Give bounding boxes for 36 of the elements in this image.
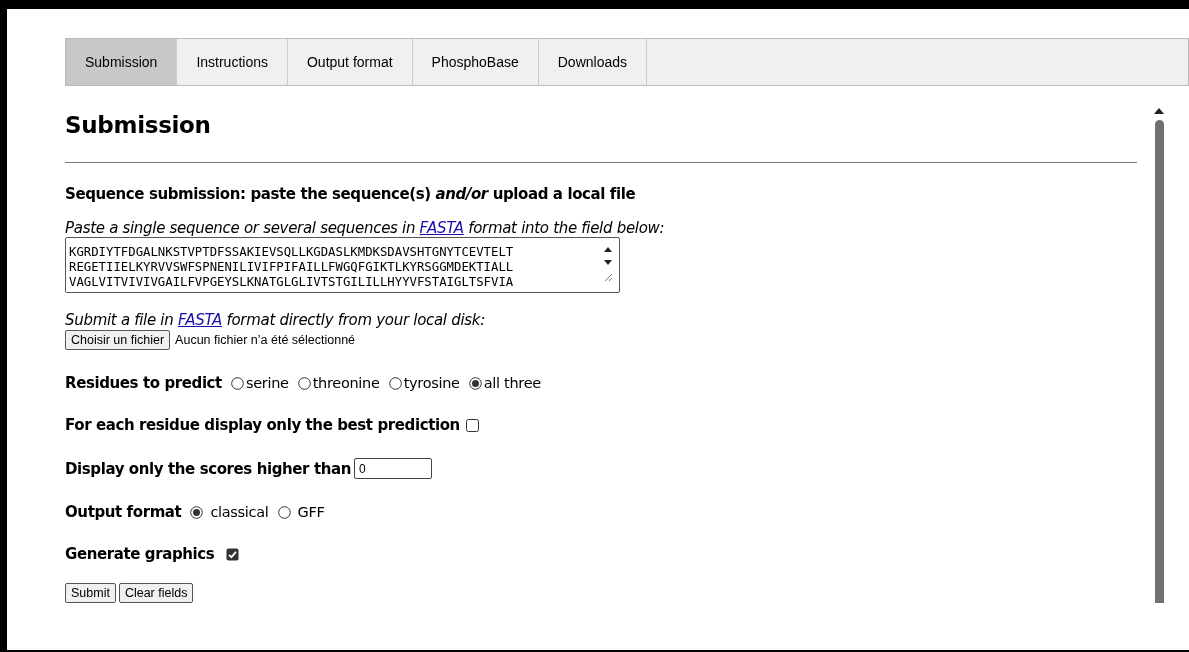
score-threshold-field[interactable]: 0 — [353, 458, 432, 479]
fasta-link[interactable]: FASTA — [419, 219, 464, 237]
option-label[interactable]: serine — [245, 375, 289, 391]
radio-button[interactable] — [277, 505, 291, 519]
page-heading: Submission — [65, 112, 212, 138]
radio-button[interactable] — [388, 376, 402, 390]
resize-grip-icon[interactable] — [603, 273, 613, 282]
radio-button[interactable] — [230, 376, 244, 390]
scroll-arrows-icon[interactable] — [604, 246, 612, 266]
instruction-text: Paste a single sequence or several sequences in FASTA format into the field below: — [65, 219, 666, 237]
field-label: Output format — [65, 503, 182, 521]
option-label[interactable]: tyrosine — [403, 375, 460, 391]
tab[interactable]: Submission — [66, 39, 178, 85]
radio-button[interactable] — [297, 376, 311, 390]
option-label[interactable]: GFF — [297, 504, 325, 520]
instruction-text: Submit a file in FASTA format directly from your local disk: — [65, 311, 486, 329]
field-label: For each residue display only the best prediction — [65, 416, 460, 434]
form-button[interactable]: Clear fields — [118, 583, 194, 603]
radio-button[interactable] — [468, 376, 482, 390]
option-label[interactable]: classical — [210, 504, 269, 520]
section-title: Sequence submission: paste the sequence(s) and/or upload a local file — [65, 185, 637, 203]
choose-file-button[interactable]: Choisir un fichier — [65, 330, 171, 350]
field-label: Residues to predict — [65, 374, 222, 392]
sequence-field[interactable]: KGRDIYTFDGALNKSTVPTDFSSAKIEVSQLLKGDASLKMDKSDAVSHTGNYTCEVTELT REGETIIELKYRVVSWFSPNENILIVIFPIFAILLFWGQFGIKTLKYRSGGMDEKTIALL VAGLVITVIVIVGAILFVPGEYSLKNATGLGLIVTSTGILILLHYYVFSTAIGLTSFVIA — [65, 237, 620, 293]
checkbox[interactable] — [465, 418, 479, 432]
option-label[interactable]: threonine — [312, 375, 380, 391]
scroll-up-icon[interactable] — [1154, 108, 1164, 114]
radio-button[interactable] — [190, 505, 204, 519]
scrollbar-thumb[interactable] — [1154, 120, 1164, 603]
field-label: Generate graphics — [65, 545, 215, 563]
fasta-link[interactable]: FASTA — [177, 311, 222, 329]
form-button[interactable]: Submit — [65, 583, 116, 603]
option-label[interactable]: all three — [483, 375, 541, 391]
field-label: Display only the scores higher than — [65, 459, 351, 478]
file-status: Aucun fichier n’a été sélectionné — [175, 333, 356, 347]
checkbox[interactable] — [226, 547, 240, 561]
